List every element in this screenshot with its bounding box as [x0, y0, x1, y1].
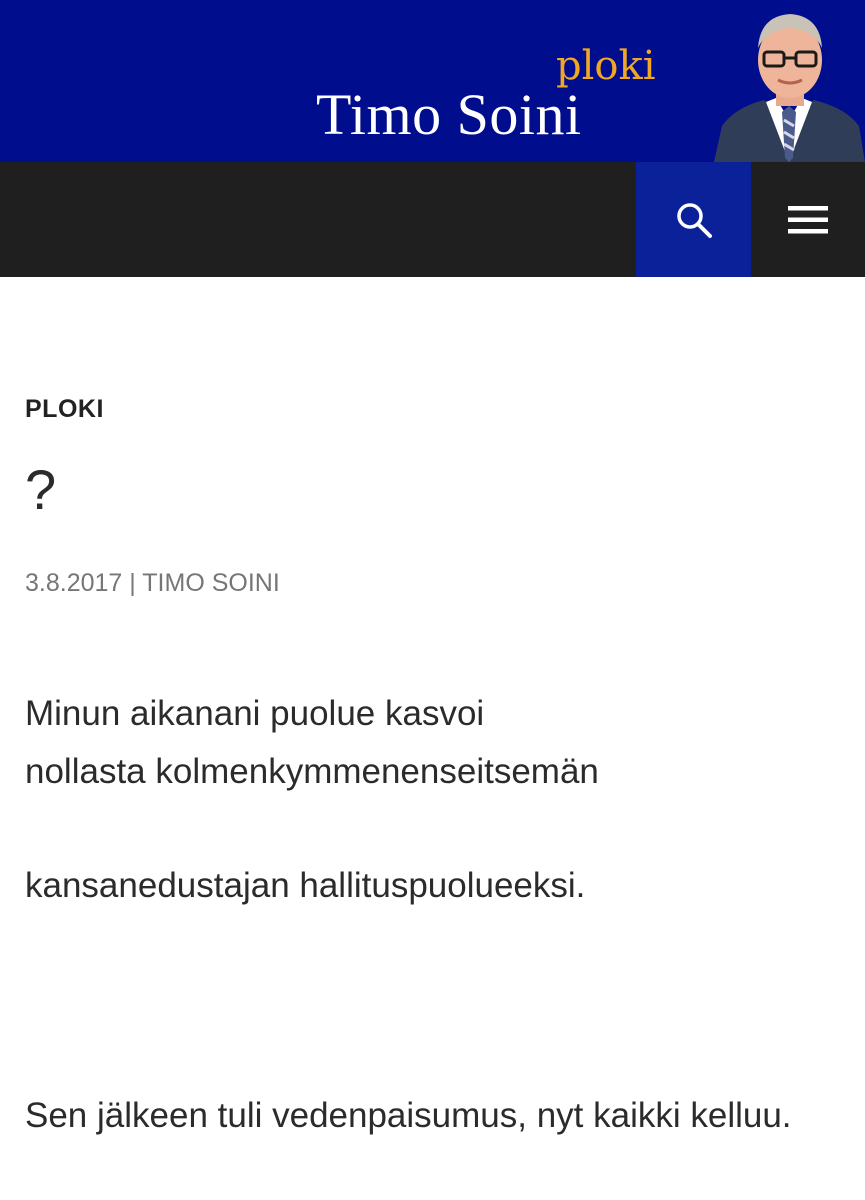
post-meta: 3.8.2017 | TIMO SOINI: [25, 569, 280, 598]
post-date[interactable]: 3.8.2017: [25, 569, 122, 597]
author-portrait: [714, 14, 865, 162]
navigation-bar: [0, 162, 865, 277]
paragraph-line: nollasta kolmenkymmenenseitsemän: [25, 752, 599, 791]
post-paragraph-3: Sen jälkeen tuli vedenpaisumus, nyt kaik…: [25, 1096, 792, 1135]
menu-button[interactable]: [751, 162, 865, 277]
post-author[interactable]: TIMO SOINI: [142, 569, 280, 597]
hamburger-menu-icon: [788, 205, 828, 233]
post-category-link[interactable]: PLOKI: [25, 395, 104, 424]
meta-separator: |: [129, 569, 136, 597]
site-header[interactable]: ploki Timo Soini: [0, 0, 865, 162]
search-icon: [676, 202, 712, 238]
search-button[interactable]: [636, 162, 751, 277]
post-paragraph-2: kansanedustajan hallituspuolueeksi.: [25, 866, 586, 905]
site-title[interactable]: Timo Soini: [316, 82, 582, 148]
paragraph-line: Minun aikanani puolue kasvoi: [25, 694, 485, 733]
post-paragraph-1: Minun aikanani puolue kasvoi nollasta ko…: [25, 685, 599, 801]
post-title[interactable]: ?: [25, 455, 56, 525]
